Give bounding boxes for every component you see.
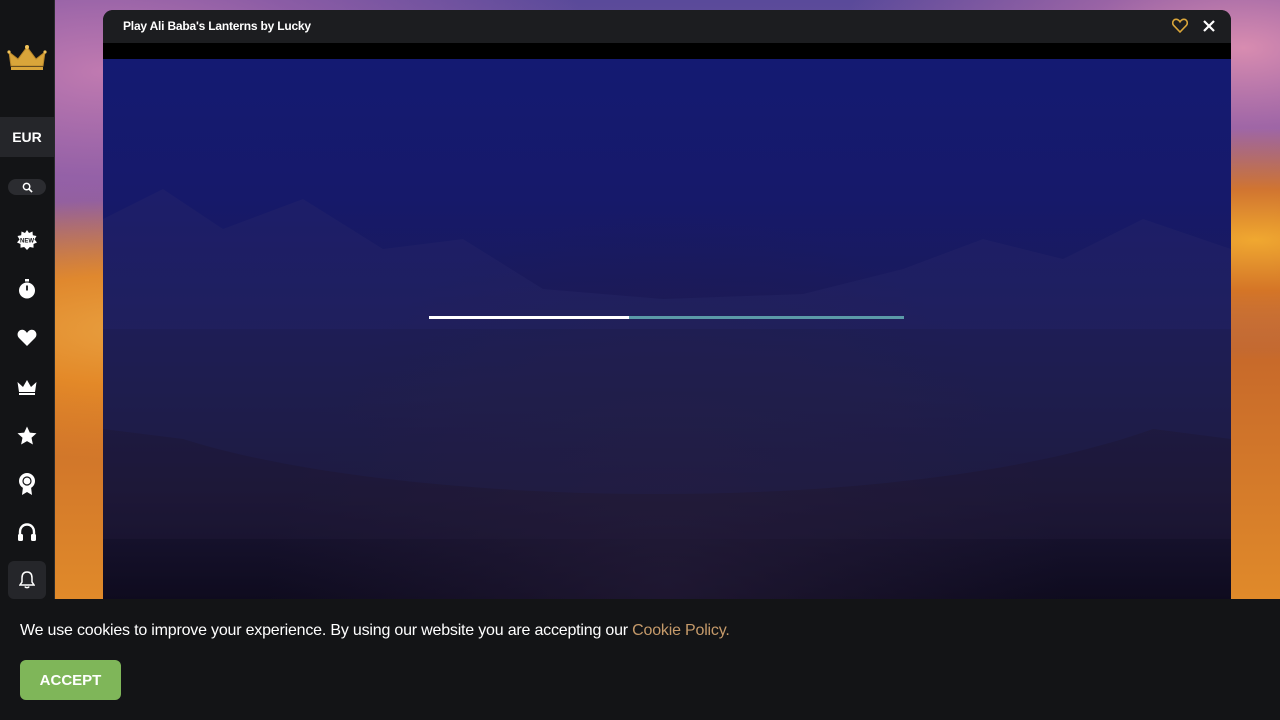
accept-button[interactable]: ACCEPT: [20, 660, 121, 700]
bell-icon: [19, 571, 35, 589]
star-icon: [17, 426, 37, 445]
svg-text:NEW: NEW: [20, 239, 34, 245]
cookie-message: We use cookies to improve your experienc…: [20, 622, 730, 640]
sidebar-item-recent[interactable]: [15, 277, 39, 301]
sidebar-item-support[interactable]: [15, 521, 39, 545]
search-button[interactable]: [8, 179, 46, 195]
crown-icon: [17, 380, 37, 395]
modal-toolbar-strip: [103, 43, 1231, 59]
sidebar-item-vip[interactable]: [15, 375, 39, 399]
stopwatch-icon: [19, 279, 35, 299]
close-button[interactable]: [1201, 18, 1217, 34]
modal-header: Play Ali Baba's Lanterns by Lucky: [103, 10, 1231, 43]
currency-label: EUR: [12, 129, 42, 145]
loading-progress-fill: [429, 316, 629, 319]
close-icon: [1203, 20, 1215, 32]
favorite-button[interactable]: [1171, 18, 1189, 34]
currency-selector[interactable]: EUR: [0, 117, 54, 157]
crown-icon[interactable]: [7, 44, 47, 72]
cookie-banner: We use cookies to improve your experienc…: [0, 599, 1280, 720]
cookie-text: We use cookies to improve your experienc…: [20, 622, 633, 639]
notifications-button[interactable]: [8, 561, 46, 599]
new-badge-icon: NEW: [17, 230, 37, 250]
game-loading-screen[interactable]: [103, 59, 1231, 610]
heart-outline-icon: [1171, 18, 1189, 34]
desert-city-silhouette: [103, 189, 1231, 539]
game-modal: Play Ali Baba's Lanterns by Lucky: [103, 10, 1231, 610]
sidebar-item-top[interactable]: [15, 424, 39, 448]
search-icon: [22, 182, 33, 193]
sidebar-item-new[interactable]: NEW: [15, 228, 39, 252]
award-icon: [19, 473, 35, 495]
heart-icon: [17, 329, 37, 346]
game-title: Play Ali Baba's Lanterns by Lucky: [123, 19, 311, 33]
loading-progress-bar: [429, 316, 904, 319]
sidebar-item-favorites[interactable]: [15, 326, 39, 350]
sidebar: EUR NEW: [0, 0, 55, 600]
cookie-policy-link[interactable]: Cookie Policy.: [632, 622, 730, 639]
sidebar-item-rewards[interactable]: [15, 472, 39, 496]
headset-icon: [18, 523, 36, 541]
